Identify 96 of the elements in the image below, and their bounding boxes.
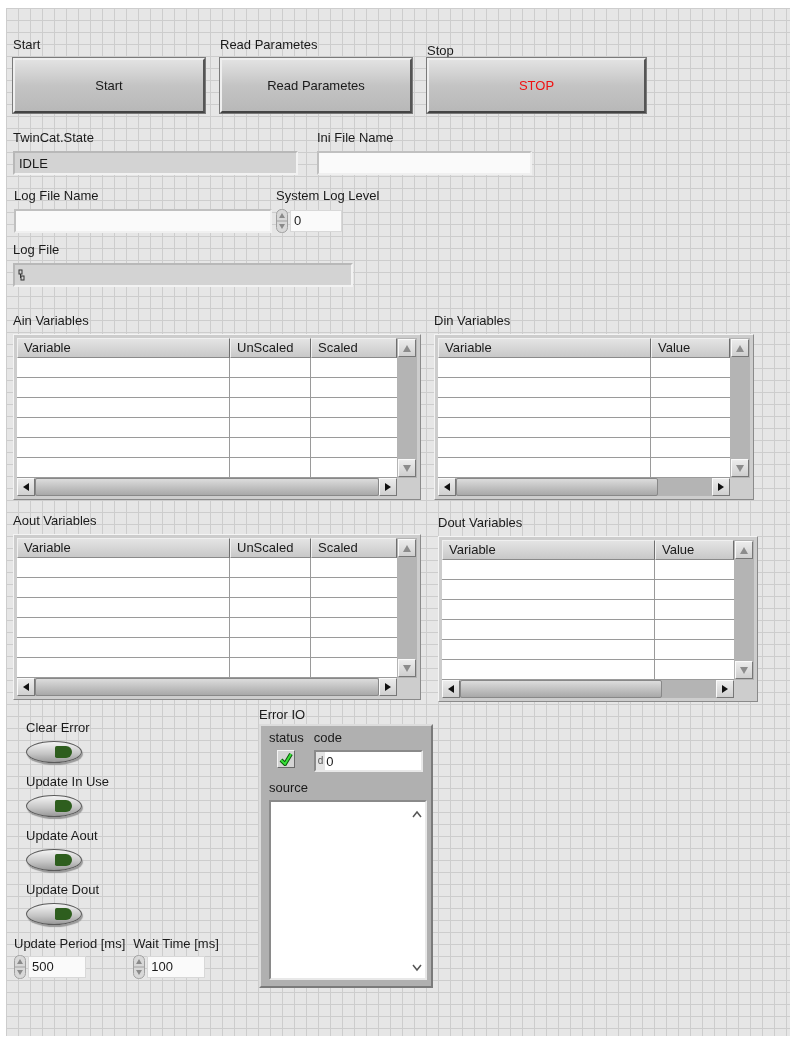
- control-label: Wait Time [ms]: [133, 937, 219, 951]
- scroll-down-button[interactable]: [735, 661, 753, 679]
- scroll-up-icon[interactable]: [412, 810, 422, 818]
- scroll-up-button[interactable]: [398, 339, 416, 357]
- toggle-switch[interactable]: [26, 741, 82, 763]
- control-label: source: [269, 780, 310, 796]
- column-header[interactable]: Scaled: [311, 538, 397, 558]
- table-row[interactable]: [442, 600, 734, 620]
- scroll-right-button[interactable]: [379, 678, 397, 696]
- control-label: Update Aout: [26, 829, 99, 843]
- table-row[interactable]: [438, 398, 730, 418]
- column-header[interactable]: UnScaled: [230, 538, 311, 558]
- table-row[interactable]: [17, 378, 397, 398]
- numeric-field[interactable]: 100: [147, 956, 206, 978]
- control-label: Din Variables: [434, 314, 511, 328]
- table-row[interactable]: [442, 580, 734, 600]
- control-label: Log File Name: [14, 189, 99, 203]
- scroll-down-icon[interactable]: [412, 964, 422, 972]
- scroll-up-button[interactable]: [731, 339, 749, 357]
- input-field[interactable]: [317, 151, 532, 175]
- control-label: System Log Level: [276, 189, 380, 203]
- control-label: Clear Error: [26, 721, 91, 735]
- column-header[interactable]: Scaled: [311, 338, 397, 358]
- column-header[interactable]: Variable: [17, 538, 230, 558]
- table-row[interactable]: [17, 618, 397, 638]
- table-row[interactable]: [438, 378, 730, 398]
- control-label: Start: [13, 38, 41, 52]
- horizontal-scrollbar[interactable]: [438, 478, 730, 496]
- table-row[interactable]: [438, 358, 730, 378]
- scroll-thumb[interactable]: [460, 680, 662, 698]
- spinner-buttons[interactable]: [133, 955, 146, 979]
- control-label: Ini File Name: [317, 131, 394, 145]
- scroll-down-button[interactable]: [731, 459, 749, 477]
- table-row[interactable]: [17, 418, 397, 438]
- control-label: Stop: [427, 44, 454, 58]
- table-row[interactable]: [442, 560, 734, 580]
- path-icon: [18, 269, 26, 281]
- table-row[interactable]: [17, 438, 397, 458]
- control-label: Update Dout: [26, 883, 100, 897]
- numeric-field[interactable]: 500: [28, 956, 86, 978]
- column-header[interactable]: Value: [651, 338, 730, 358]
- control-label: code: [313, 730, 343, 746]
- control-label: Read Parametes: [220, 38, 318, 52]
- table-row[interactable]: [442, 640, 734, 660]
- table-row[interactable]: [17, 578, 397, 598]
- toggle-switch[interactable]: [26, 849, 82, 871]
- vertical-scrollbar[interactable]: [730, 338, 750, 478]
- table-row[interactable]: [17, 358, 397, 378]
- table-row[interactable]: [438, 438, 730, 458]
- control-label: Update Period [ms]: [14, 937, 126, 951]
- scroll-left-button[interactable]: [438, 478, 456, 496]
- spinner-buttons[interactable]: [276, 209, 288, 233]
- toggle-switch[interactable]: [26, 795, 82, 817]
- scroll-up-button[interactable]: [735, 541, 753, 559]
- scroll-right-button[interactable]: [712, 478, 730, 496]
- scroll-left-button[interactable]: [17, 678, 35, 696]
- table-row[interactable]: [442, 620, 734, 640]
- toggle-switch[interactable]: [26, 903, 82, 925]
- vertical-scrollbar[interactable]: [397, 538, 417, 678]
- input-field[interactable]: [14, 209, 272, 233]
- table-row[interactable]: [17, 598, 397, 618]
- push-button[interactable]: Read Parametes: [220, 58, 412, 113]
- control-label: Ain Variables: [13, 314, 89, 328]
- control-label: status: [269, 730, 304, 746]
- scroll-left-button[interactable]: [442, 680, 460, 698]
- column-header[interactable]: Variable: [17, 338, 230, 358]
- horizontal-scrollbar[interactable]: [442, 680, 734, 698]
- scroll-left-button[interactable]: [17, 478, 35, 496]
- control-label: Aout Variables: [13, 514, 97, 528]
- scroll-right-button[interactable]: [716, 680, 734, 698]
- column-header[interactable]: Variable: [438, 338, 651, 358]
- radix-label: d: [315, 752, 326, 770]
- control-label: TwinCat.State: [13, 131, 94, 145]
- table-row[interactable]: [17, 398, 397, 418]
- numeric-field[interactable]: 0: [290, 210, 342, 232]
- column-header[interactable]: Value: [655, 540, 734, 560]
- spinner-buttons[interactable]: [14, 955, 26, 979]
- scroll-down-button[interactable]: [398, 459, 416, 477]
- numeric-value: 0: [325, 753, 334, 769]
- table-row[interactable]: [17, 638, 397, 658]
- control-label: Update In Use: [26, 775, 111, 789]
- column-header[interactable]: UnScaled: [230, 338, 311, 358]
- table-row[interactable]: [17, 558, 397, 578]
- string-indicator: IDLE: [13, 151, 298, 175]
- vertical-scrollbar[interactable]: [397, 338, 417, 478]
- control-label: Log File: [13, 243, 60, 257]
- column-header[interactable]: Variable: [442, 540, 655, 560]
- scroll-right-button[interactable]: [379, 478, 397, 496]
- control-label: Error IO: [259, 708, 306, 722]
- push-button[interactable]: Start: [13, 58, 205, 113]
- vertical-scrollbar[interactable]: [734, 540, 754, 680]
- control-label: Dout Variables: [438, 516, 523, 530]
- scroll-up-button[interactable]: [398, 539, 416, 557]
- table-row[interactable]: [438, 418, 730, 438]
- scroll-down-button[interactable]: [398, 659, 416, 677]
- scroll-thumb[interactable]: [456, 478, 658, 496]
